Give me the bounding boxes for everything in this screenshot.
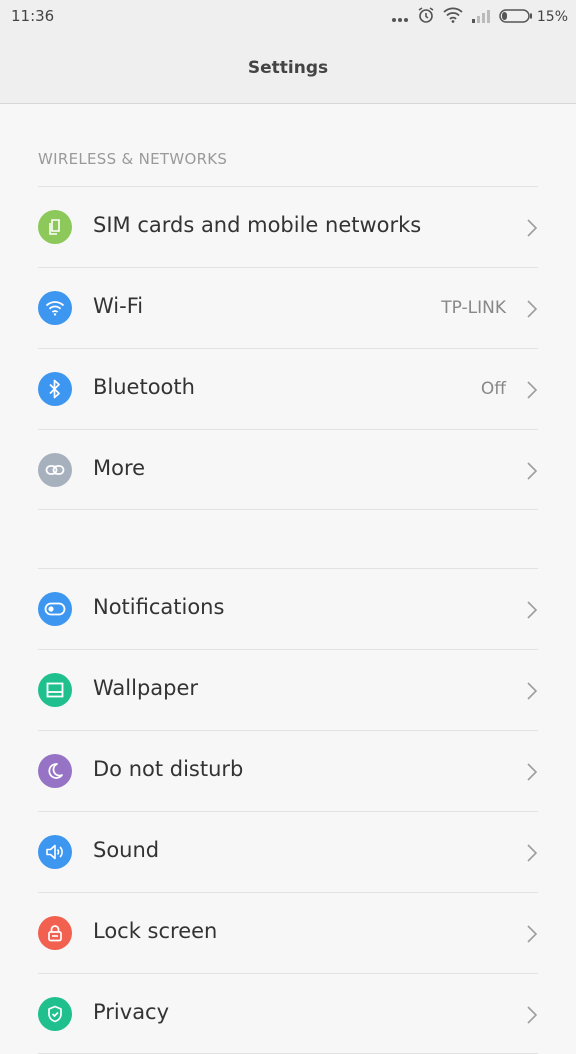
chevron-right-icon	[526, 924, 538, 948]
settings-item-sound[interactable]: Sound	[38, 811, 538, 892]
settings-item-label: SIM cards and mobile networks	[93, 213, 422, 237]
wallpaper-icon	[38, 673, 72, 707]
alarm-icon	[417, 6, 435, 28]
signal-icon	[471, 8, 491, 27]
page-title: Settings	[247, 58, 329, 78]
sim-card-icon	[38, 210, 72, 244]
settings-item-more[interactable]: More	[38, 429, 538, 510]
chevron-right-icon	[526, 299, 538, 323]
settings-item-label: Do not disturb	[93, 757, 244, 781]
wifi-network-value: TP-LINK	[441, 298, 506, 318]
battery-icon	[499, 8, 533, 27]
chevron-right-icon	[526, 762, 538, 786]
settings-item-label: Notifications	[93, 595, 225, 619]
chevron-right-icon	[526, 600, 538, 624]
title-bar: Settings	[0, 34, 576, 104]
wifi-icon	[443, 7, 463, 27]
chevron-right-icon	[526, 380, 538, 404]
bluetooth-status-value: Off	[480, 379, 506, 399]
status-icons: 15%	[383, 7, 568, 27]
device-list: Notifications Wallpaper Do not disturb S…	[0, 568, 576, 1054]
chevron-right-icon	[526, 843, 538, 867]
status-time: 11:36	[11, 7, 55, 25]
settings-item-lock-screen[interactable]: Lock screen	[38, 892, 538, 973]
settings-item-label: Privacy	[93, 1000, 170, 1024]
settings-item-label: More	[93, 456, 146, 480]
link-icon	[38, 453, 72, 487]
wifi-icon	[38, 291, 72, 325]
moon-icon	[38, 754, 72, 788]
more-dots-icon	[391, 8, 409, 27]
wireless-list: SIM cards and mobile networks Wi-Fi TP-L…	[0, 186, 576, 510]
section-header-wireless: WIRELESS & NETWORKS	[38, 150, 228, 168]
bluetooth-icon	[38, 372, 72, 406]
settings-item-privacy[interactable]: Privacy	[38, 973, 538, 1054]
settings-item-sim-cards[interactable]: SIM cards and mobile networks	[38, 186, 538, 267]
settings-item-notifications[interactable]: Notifications	[38, 568, 538, 649]
settings-item-label: Bluetooth	[93, 375, 195, 399]
notifications-toggle-icon	[38, 592, 72, 626]
status-bar: 11:36 15%	[0, 0, 576, 34]
settings-item-label: Wi-Fi	[93, 294, 144, 318]
shield-icon	[38, 997, 72, 1031]
chevron-right-icon	[526, 681, 538, 705]
settings-item-label: Sound	[93, 838, 160, 862]
battery-percent: 15%	[536, 9, 568, 25]
settings-item-wifi[interactable]: Wi-Fi TP-LINK	[38, 267, 538, 348]
settings-item-label: Lock screen	[93, 919, 218, 943]
chevron-right-icon	[526, 461, 538, 485]
speaker-icon	[38, 835, 72, 869]
chevron-right-icon	[526, 218, 538, 242]
lock-icon	[38, 916, 72, 950]
settings-item-do-not-disturb[interactable]: Do not disturb	[38, 730, 538, 811]
settings-item-label: Wallpaper	[93, 676, 199, 700]
settings-item-bluetooth[interactable]: Bluetooth Off	[38, 348, 538, 429]
settings-item-wallpaper[interactable]: Wallpaper	[38, 649, 538, 730]
chevron-right-icon	[526, 1005, 538, 1029]
